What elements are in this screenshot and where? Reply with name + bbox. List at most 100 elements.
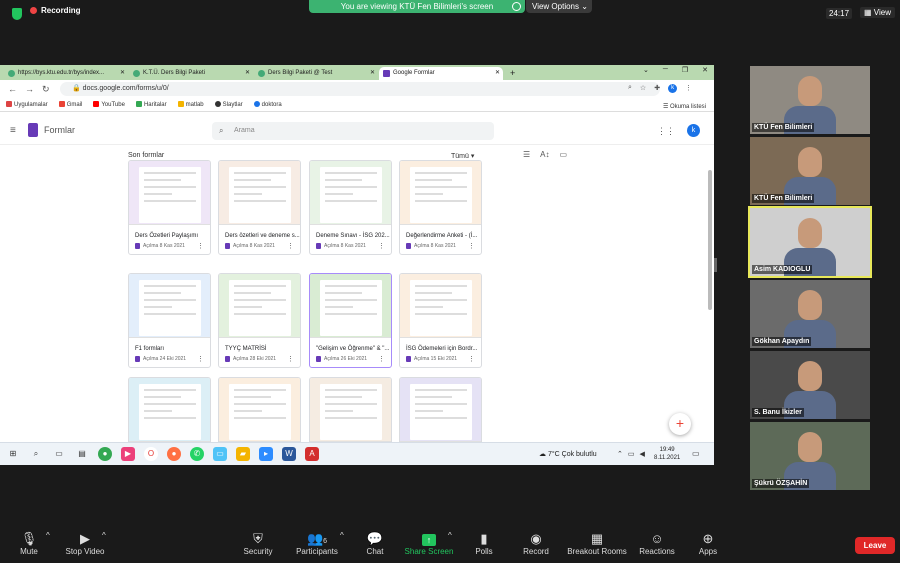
opera-icon[interactable]: O [144, 447, 158, 461]
panel-resize-handle[interactable] [714, 258, 717, 272]
participant-tile[interactable]: S. Banu İkizler [750, 351, 870, 419]
browser-tab[interactable]: https://bys.ktu.edu.tr/bys/index... ✕ [4, 67, 128, 80]
more-options-icon[interactable]: ⋮ [287, 355, 294, 363]
bookmark-maps[interactable]: Haritalar [135, 101, 167, 108]
browser-tab[interactable]: K.T.Ü. Ders Bilgi Paketi ✕ [129, 67, 253, 80]
view-options-button[interactable]: View Options ⌄ [526, 0, 592, 13]
menu-icon[interactable]: ⋮ [685, 84, 692, 93]
chevron-up-icon[interactable]: ^ [102, 531, 106, 540]
bookmark-youtube[interactable]: YouTube [93, 101, 125, 108]
form-card[interactable]: Deneme Sınavı - İSG 202... Açılma 8 Kas 2… [309, 160, 392, 255]
file-explorer-icon[interactable]: ▰ [236, 447, 250, 461]
restore-icon[interactable]: ❐ [682, 66, 688, 74]
reactions-button[interactable]: ☺ Reactions [638, 531, 676, 556]
breakout-rooms-button[interactable]: ▦ Breakout Rooms [566, 531, 628, 556]
scrollbar[interactable] [708, 170, 712, 310]
participant-tile[interactable]: Şükrü ÖZŞAHİN [750, 422, 870, 490]
remote-desktop-icon[interactable]: ▭ [213, 447, 227, 461]
zoom-icon[interactable]: ⌕ [628, 84, 632, 93]
word-icon[interactable]: W [282, 447, 296, 461]
chevron-up-icon[interactable]: ^ [340, 531, 344, 540]
mute-button[interactable]: 🎙 Mute [14, 531, 44, 556]
network-icon[interactable]: ▭ [628, 450, 635, 458]
forward-icon[interactable]: → [25, 84, 34, 94]
bookmark-gmail[interactable]: Gmail [58, 101, 82, 108]
form-card[interactable]: TYYÇ MATRİSİ Açılma 28 Eki 2021 ⋮ [218, 273, 301, 368]
recording-indicator[interactable]: Recording [30, 6, 81, 15]
more-options-icon[interactable]: ⋮ [378, 242, 385, 250]
more-options-icon[interactable]: ⋮ [197, 355, 204, 363]
new-form-button[interactable]: + [669, 413, 691, 435]
polls-button[interactable]: ▮ Polls [472, 531, 496, 556]
task-view-icon[interactable]: ▭ [52, 447, 66, 461]
firefox-icon[interactable]: ● [167, 447, 181, 461]
close-icon[interactable]: ✕ [120, 67, 125, 80]
more-options-icon[interactable]: ⋮ [468, 242, 475, 250]
participant-tile[interactable]: Asim KADIOGLU [748, 206, 872, 278]
form-card[interactable]: Ders Özetleri Paylaşımı Açılma 8 Kas 2021… [128, 160, 211, 255]
avatar[interactable]: k [687, 124, 700, 137]
volume-icon[interactable]: ◀ [640, 450, 645, 458]
chat-button[interactable]: 💬 Chat [362, 531, 388, 556]
browser-tab[interactable]: Ders Bilgi Paketi @ Test ✕ [254, 67, 378, 80]
app-title[interactable]: Formlar [44, 125, 75, 135]
bookmark-matlab[interactable]: matlab [177, 101, 204, 108]
chevron-up-icon[interactable]: ^ [448, 531, 452, 540]
widgets-icon[interactable]: ▤ [75, 447, 89, 461]
folder-icon[interactable]: ▭ [560, 150, 568, 159]
back-icon[interactable]: ← [8, 84, 17, 94]
view-button[interactable]: ▦ View [860, 7, 895, 18]
leave-button[interactable]: Leave [855, 537, 895, 554]
participant-tile[interactable]: KTÜ Fen Bilimleri [750, 137, 870, 205]
reading-list[interactable]: ☰ Okuma listesi [663, 103, 706, 110]
form-card[interactable]: Değerlendirme Anketi - (İ... Açılma 8 Kas… [399, 160, 482, 255]
more-options-icon[interactable]: ⋮ [287, 242, 294, 250]
new-tab-icon[interactable]: + [504, 67, 521, 80]
more-options-icon[interactable]: ⋮ [378, 355, 385, 363]
zoom-app-icon[interactable]: ▸ [259, 447, 273, 461]
clock[interactable]: 19:49 8.11.2021 [654, 446, 680, 462]
apps-button[interactable]: ⊕ Apps [696, 531, 720, 556]
browser-tab-active[interactable]: Google Formlar ✕ [379, 67, 503, 80]
url-field[interactable]: 🔒 docs.google.com/forms/u/0/ [60, 82, 660, 96]
minimize-icon[interactable]: ─ [663, 66, 668, 74]
shield-icon[interactable] [12, 8, 22, 20]
chevron-up-icon[interactable]: ^ [46, 531, 50, 540]
profile-icon[interactable]: k [668, 84, 678, 93]
participant-tile[interactable]: Gökhan Apaydın [750, 280, 870, 348]
reload-icon[interactable]: ↻ [42, 84, 50, 95]
participants-button[interactable]: 👥6 Participants [294, 531, 340, 556]
bookmark-doktora[interactable]: doktora [253, 101, 282, 108]
form-card[interactable]: İSG Ödemeleri için Bordr... Açılma 15 Eki… [399, 273, 482, 368]
list-view-icon[interactable]: ☰ [523, 150, 530, 159]
chevron-down-icon[interactable]: ⌄ [643, 66, 649, 74]
google-apps-icon[interactable]: ⋮⋮ [657, 126, 675, 137]
form-card[interactable]: "Gelişim ve Öğrenme" & "... Açılma 26 Eki… [309, 273, 392, 368]
sort-icon[interactable]: A↕ [540, 150, 549, 159]
close-window-icon[interactable]: ✕ [702, 66, 708, 74]
hamburger-menu-icon[interactable]: ≡ [10, 125, 16, 136]
form-card[interactable]: Ders özetleri ve deneme s... Açılma 8 Kas… [218, 160, 301, 255]
media-player-icon[interactable]: ▶ [121, 447, 135, 461]
close-icon[interactable]: ✕ [245, 67, 250, 80]
whatsapp-icon[interactable]: ✆ [190, 447, 204, 461]
close-icon[interactable]: ✕ [370, 67, 375, 80]
bookmark-apps[interactable]: Uygulamalar [6, 101, 48, 108]
owner-filter-dropdown[interactable]: Tümü ▾ [451, 152, 474, 160]
forms-logo-icon[interactable] [28, 123, 38, 137]
stop-icon[interactable] [512, 2, 521, 11]
bookmark-slides[interactable]: Slaytlar [214, 101, 243, 108]
chevron-up-icon[interactable]: ⌃ [617, 450, 623, 458]
search-icon[interactable]: ⌕ [29, 447, 43, 461]
star-icon[interactable]: ☆ [640, 84, 646, 93]
start-icon[interactable]: ⊞ [6, 447, 20, 461]
pdf-reader-icon[interactable]: A [305, 447, 319, 461]
security-button[interactable]: ⛨ Security [240, 531, 276, 556]
weather-widget[interactable]: ☁ 7°C Çok bulutlu [539, 450, 597, 458]
search-input[interactable]: ⌕ Arama [212, 122, 494, 140]
more-options-icon[interactable]: ⋮ [197, 242, 204, 250]
notification-icon[interactable]: ▭ [692, 449, 700, 458]
participant-tile[interactable]: KTÜ Fen Bilimleri [750, 66, 870, 134]
chrome-icon[interactable]: ● [98, 447, 112, 461]
close-icon[interactable]: ✕ [495, 67, 500, 80]
